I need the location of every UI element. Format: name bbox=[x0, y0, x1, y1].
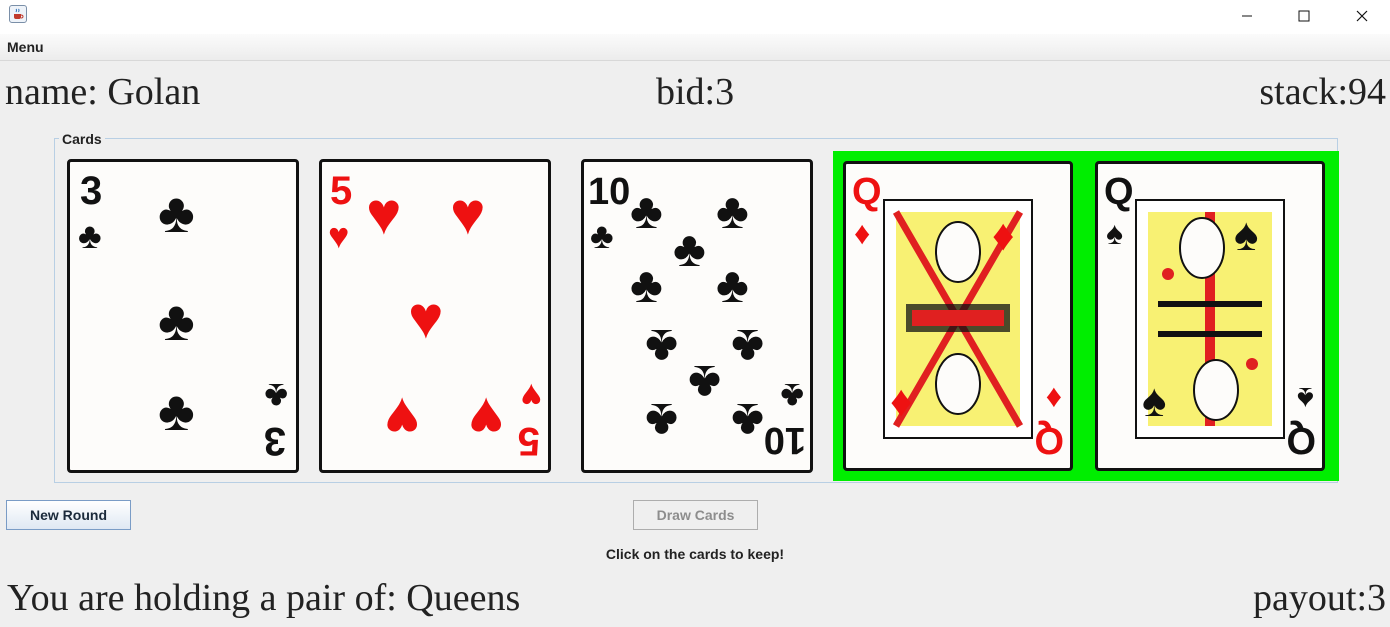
svg-text:♣: ♣ bbox=[716, 257, 749, 313]
svg-text:♣: ♣ bbox=[645, 393, 678, 449]
svg-text:Q: Q bbox=[1286, 419, 1316, 461]
menu-button[interactable]: Menu bbox=[7, 39, 44, 55]
svg-text:♠: ♠ bbox=[1234, 208, 1258, 260]
svg-text:♠: ♠ bbox=[1106, 215, 1123, 251]
card-slot-4-held[interactable]: Q ♦ ♦ ♦ Q ♦ bbox=[833, 151, 1085, 481]
svg-text:♣: ♣ bbox=[688, 355, 721, 411]
svg-text:♠: ♠ bbox=[1297, 381, 1314, 417]
svg-text:♣: ♣ bbox=[158, 379, 195, 442]
svg-text:Q: Q bbox=[1034, 419, 1064, 461]
svg-text:Q: Q bbox=[1104, 171, 1134, 213]
svg-text:♣: ♣ bbox=[158, 289, 195, 352]
svg-text:5: 5 bbox=[518, 419, 540, 463]
svg-text:♥: ♥ bbox=[521, 376, 542, 417]
svg-text:♥: ♥ bbox=[408, 284, 444, 351]
minimize-button[interactable] bbox=[1218, 0, 1276, 32]
maximize-button[interactable] bbox=[1275, 0, 1333, 32]
close-icon bbox=[1356, 10, 1368, 22]
card-3-of-clubs[interactable]: 3 ♣ ♣ ♣ ♣ 3 ♣ bbox=[67, 159, 299, 473]
svg-text:♣: ♣ bbox=[630, 183, 663, 239]
card-slot-1[interactable]: 3 ♣ ♣ ♣ ♣ 3 ♣ bbox=[55, 151, 299, 483]
player-name: name: Golan bbox=[5, 71, 201, 113]
svg-text:♣: ♣ bbox=[716, 183, 749, 239]
close-button[interactable] bbox=[1333, 0, 1390, 32]
svg-text:♣: ♣ bbox=[78, 215, 102, 256]
svg-text:♣: ♣ bbox=[264, 376, 288, 417]
svg-text:♥: ♥ bbox=[468, 385, 504, 452]
java-cup-icon[interactable] bbox=[9, 5, 27, 23]
svg-text:♦: ♦ bbox=[992, 211, 1014, 260]
card-slot-3[interactable]: 10 ♣ ♣ ♣ ♣ ♣ ♣ 10 ♣ ♣ ♣ ♣ ♣ ♣ bbox=[569, 151, 813, 483]
svg-text:♣: ♣ bbox=[731, 393, 764, 449]
svg-text:3: 3 bbox=[264, 419, 286, 463]
svg-text:♦: ♦ bbox=[1046, 381, 1062, 417]
svg-text:♥: ♥ bbox=[450, 180, 486, 247]
stack-value: stack:94 bbox=[1259, 71, 1386, 113]
svg-text:Q: Q bbox=[852, 171, 882, 213]
card-slot-2[interactable]: 5 ♥ ♥ ♥ ♥ 5 ♥ ♥ ♥ bbox=[307, 151, 551, 483]
svg-text:5: 5 bbox=[330, 169, 352, 213]
svg-text:♣: ♣ bbox=[645, 319, 678, 375]
cards-panel: Cards 3 ♣ ♣ ♣ ♣ 3 ♣ 5 ♥ ♥ ♥ ♥ 5 ♥ ♥ ♥ 10… bbox=[54, 131, 1339, 483]
svg-text:10: 10 bbox=[764, 419, 806, 461]
new-round-button[interactable]: New Round bbox=[6, 500, 131, 530]
svg-text:♣: ♣ bbox=[780, 376, 804, 417]
svg-text:♣: ♣ bbox=[673, 221, 706, 277]
card-queen-of-diamonds[interactable]: Q ♦ ♦ ♦ Q ♦ bbox=[843, 161, 1073, 471]
maximize-icon bbox=[1298, 10, 1310, 22]
title-bar bbox=[0, 0, 1390, 34]
svg-text:♣: ♣ bbox=[590, 215, 614, 256]
svg-text:♣: ♣ bbox=[158, 181, 195, 244]
svg-text:♥: ♥ bbox=[366, 180, 402, 247]
hand-status: You are holding a pair of: Queens bbox=[7, 577, 521, 619]
svg-text:♣: ♣ bbox=[630, 257, 663, 313]
svg-text:♥: ♥ bbox=[384, 385, 420, 452]
payout-value: payout:3 bbox=[1253, 577, 1386, 619]
instruction-text: Click on the cards to keep! bbox=[605, 546, 785, 562]
card-queen-of-spades[interactable]: Q ♠ ♠ ♠ Q ♠ bbox=[1095, 161, 1325, 471]
bid-value: bid:3 bbox=[656, 71, 735, 113]
card-slot-5-held[interactable]: Q ♠ ♠ ♠ Q ♠ bbox=[1085, 151, 1339, 481]
cards-panel-title: Cards bbox=[59, 131, 105, 147]
card-5-of-hearts[interactable]: 5 ♥ ♥ ♥ ♥ 5 ♥ ♥ ♥ bbox=[319, 159, 551, 473]
svg-text:♥: ♥ bbox=[328, 215, 349, 256]
svg-text:10: 10 bbox=[588, 171, 630, 213]
svg-text:♦: ♦ bbox=[854, 215, 870, 251]
menu-bar: Menu bbox=[0, 34, 1390, 61]
draw-cards-button[interactable]: Draw Cards bbox=[633, 500, 758, 530]
minimize-icon bbox=[1242, 15, 1252, 17]
card-10-of-clubs[interactable]: 10 ♣ ♣ ♣ ♣ ♣ ♣ 10 ♣ ♣ ♣ ♣ ♣ ♣ bbox=[581, 159, 813, 473]
svg-text:♣: ♣ bbox=[731, 319, 764, 375]
svg-text:♠: ♠ bbox=[1142, 374, 1166, 426]
svg-text:♦: ♦ bbox=[890, 377, 912, 426]
svg-text:3: 3 bbox=[80, 169, 102, 213]
